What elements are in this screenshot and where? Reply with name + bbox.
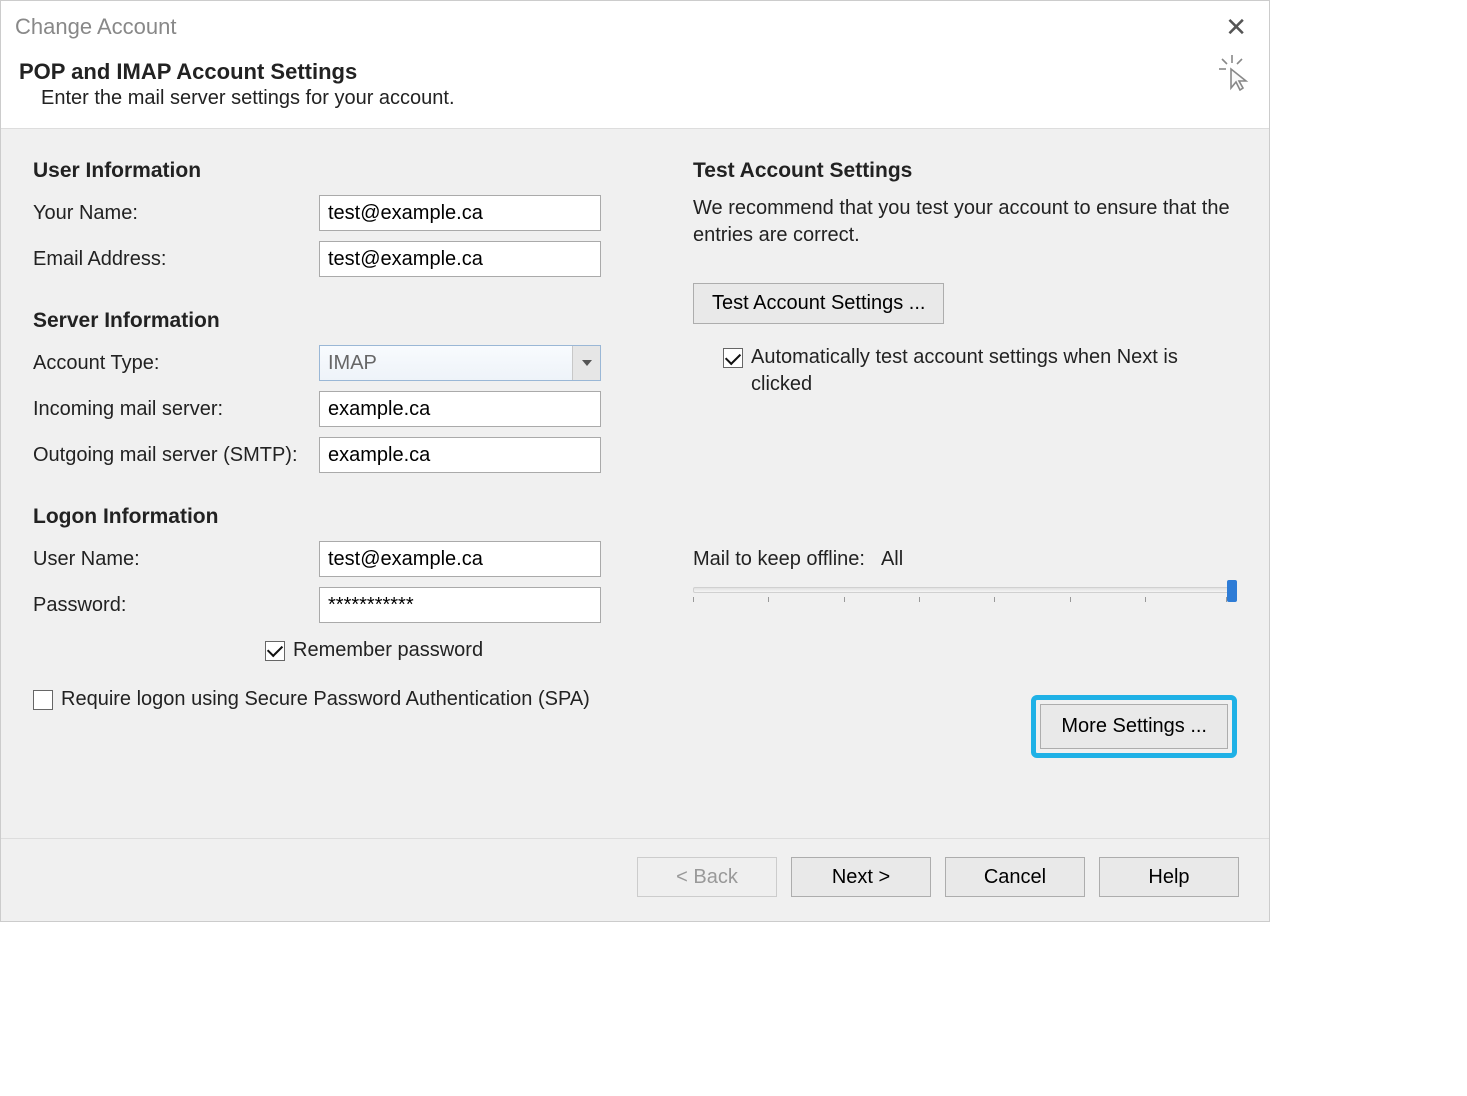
test-account-settings-button[interactable]: Test Account Settings ...: [693, 283, 944, 324]
test-settings-heading: Test Account Settings: [693, 159, 1237, 183]
mail-offline-label: Mail to keep offline:: [693, 548, 865, 571]
help-button[interactable]: Help: [1099, 857, 1239, 897]
back-button[interactable]: < Back: [637, 857, 777, 897]
remember-password-label: Remember password: [293, 639, 483, 662]
left-column: User Information Your Name: Email Addres…: [33, 159, 633, 798]
outgoing-server-label: Outgoing mail server (SMTP):: [33, 444, 319, 467]
your-name-label: Your Name:: [33, 202, 319, 225]
dialog-body: User Information Your Name: Email Addres…: [1, 128, 1269, 838]
change-account-dialog: Change Account ✕ POP and IMAP Account Se…: [0, 0, 1270, 922]
close-button[interactable]: ✕: [1217, 8, 1255, 47]
password-label: Password:: [33, 594, 319, 617]
wizard-cursor-icon: [1219, 55, 1251, 97]
account-type-value: IMAP: [328, 352, 377, 375]
dialog-header: POP and IMAP Account Settings Enter the …: [1, 49, 1269, 128]
mail-offline-value: All: [881, 548, 903, 571]
header-subtitle: Enter the mail server settings for your …: [41, 87, 1251, 110]
email-label: Email Address:: [33, 248, 319, 271]
account-type-select[interactable]: IMAP: [319, 345, 601, 381]
username-label: User Name:: [33, 548, 319, 571]
chevron-down-icon: [572, 346, 600, 380]
titlebar: Change Account ✕: [1, 1, 1269, 49]
password-input[interactable]: [319, 587, 601, 623]
header-title: POP and IMAP Account Settings: [19, 59, 1251, 85]
slider-ticks: [693, 597, 1231, 603]
dialog-footer: < Back Next > Cancel Help: [1, 838, 1269, 921]
email-input[interactable]: [319, 241, 601, 277]
username-input[interactable]: [319, 541, 601, 577]
next-button[interactable]: Next >: [791, 857, 931, 897]
right-column: Test Account Settings We recommend that …: [693, 159, 1237, 798]
test-settings-description: We recommend that you test your account …: [693, 195, 1237, 249]
spa-label: Require logon using Secure Password Auth…: [61, 688, 590, 711]
your-name-input[interactable]: [319, 195, 601, 231]
mail-offline-slider[interactable]: [693, 577, 1237, 607]
auto-test-label: Automatically test account settings when…: [751, 344, 1237, 398]
slider-track: [693, 587, 1231, 593]
window-title: Change Account: [15, 14, 176, 40]
slider-thumb[interactable]: [1227, 580, 1237, 602]
more-settings-button[interactable]: More Settings ...: [1040, 704, 1228, 749]
more-settings-highlight: More Settings ...: [1031, 695, 1237, 758]
account-type-label: Account Type:: [33, 352, 319, 375]
outgoing-server-input[interactable]: [319, 437, 601, 473]
server-info-heading: Server Information: [33, 309, 633, 333]
logon-info-heading: Logon Information: [33, 505, 633, 529]
cancel-button[interactable]: Cancel: [945, 857, 1085, 897]
incoming-server-label: Incoming mail server:: [33, 398, 319, 421]
auto-test-checkbox[interactable]: [723, 348, 743, 368]
remember-password-checkbox[interactable]: [265, 641, 285, 661]
incoming-server-input[interactable]: [319, 391, 601, 427]
user-info-heading: User Information: [33, 159, 633, 183]
spa-checkbox[interactable]: [33, 690, 53, 710]
